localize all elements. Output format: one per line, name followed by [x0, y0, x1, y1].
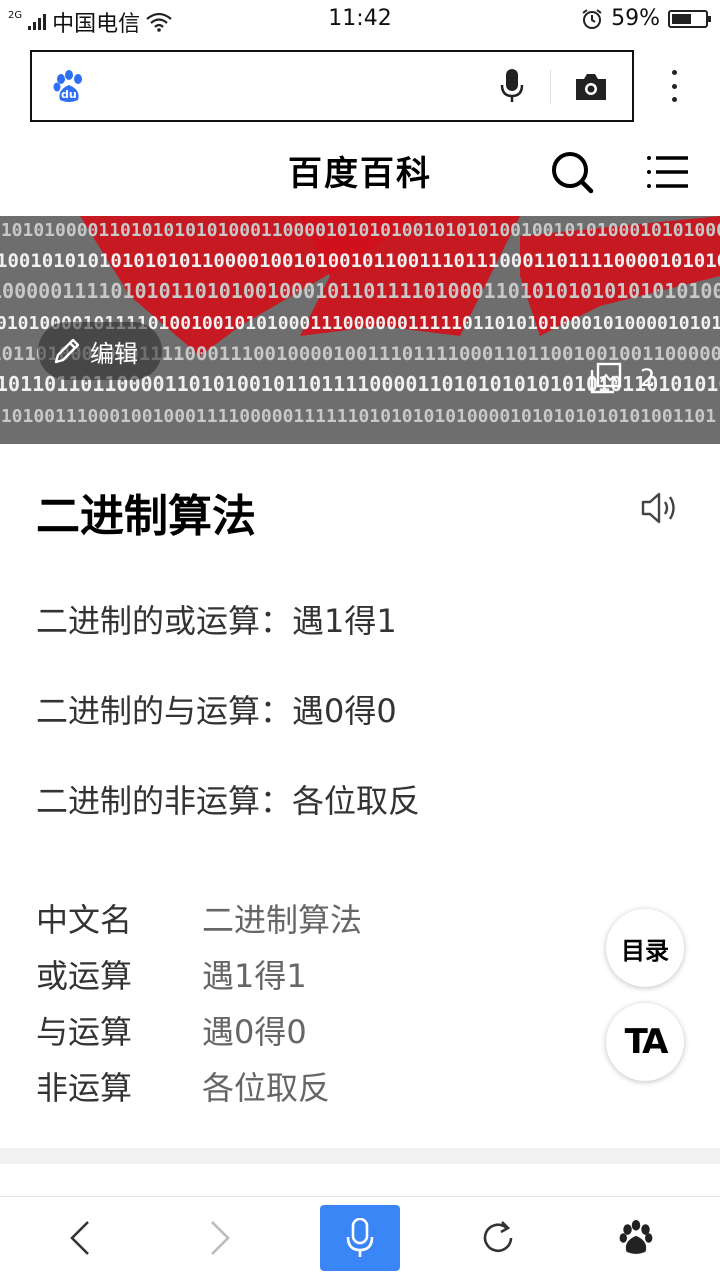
image-count: 2 [640, 364, 656, 392]
mic-icon[interactable] [494, 68, 530, 104]
info-key: 或运算 [36, 957, 133, 995]
banner-binary-row: 1001010101010101011000010010100101100111… [0, 250, 720, 272]
search-icon[interactable] [548, 148, 596, 196]
section-separator [0, 1148, 720, 1164]
info-value: 二进制算法 [202, 901, 363, 939]
pencil-icon [54, 338, 80, 364]
paragraph-not: 二进制的非运算：各位取反 [36, 782, 421, 820]
baidu-logo-text: du [61, 88, 77, 101]
info-value: 遇1得1 [202, 957, 307, 995]
back-icon[interactable] [50, 1205, 110, 1271]
banner-binary-row: 0101001110001001000111100000111111010101… [0, 406, 716, 427]
status-bar: 2G 中国电信 11:42 59% [0, 0, 720, 38]
info-row: 非运算 各位取反 [36, 1058, 362, 1114]
info-key: 中文名 [36, 901, 133, 939]
battery-icon [668, 9, 711, 28]
info-key: 与运算 [36, 1013, 133, 1051]
site-title: 百度百科 [288, 154, 432, 194]
edit-button[interactable]: 编辑 [38, 322, 162, 380]
speaker-icon[interactable] [640, 490, 680, 530]
baidu-home-icon[interactable] [606, 1205, 666, 1271]
voice-search-icon[interactable] [320, 1205, 400, 1271]
info-value: 遇0得0 [202, 1013, 307, 1051]
info-box: 中文名 二进制算法 或运算 遇1得1 与运算 遇0得0 非运算 各位取反 [36, 890, 362, 1114]
article-title: 二进制算法 [36, 491, 256, 542]
banner-binary-row: 0101010000110101010101000110000101010100… [0, 220, 720, 241]
gallery-icon [590, 362, 622, 394]
info-row: 与运算 遇0得0 [36, 1002, 362, 1058]
ta-button[interactable]: TA [606, 1003, 684, 1081]
toc-button[interactable]: 目录 [606, 909, 684, 987]
battery-percent: 59% [611, 6, 660, 31]
paragraph-and: 二进制的与运算：遇0得0 [36, 692, 397, 730]
info-value: 各位取反 [202, 1069, 331, 1107]
alarm-icon [582, 8, 602, 29]
paragraph-or: 二进制的或运算：遇1得1 [36, 602, 397, 640]
banner-binary-row: 1000001111010101101010010001011011110100… [0, 279, 720, 303]
info-row: 或运算 遇1得1 [36, 946, 362, 1002]
more-menu-icon[interactable] [660, 66, 688, 106]
bottom-nav [0, 1196, 720, 1280]
hamburger-menu-icon[interactable] [644, 150, 692, 194]
edit-label: 编辑 [90, 339, 138, 368]
camera-icon[interactable] [572, 70, 610, 104]
refresh-icon[interactable] [468, 1205, 528, 1271]
search-divider [550, 70, 551, 104]
search-box[interactable]: du [30, 50, 634, 122]
gallery-button[interactable]: 2 [590, 362, 655, 394]
info-key: 非运算 [36, 1069, 133, 1107]
info-row: 中文名 二进制算法 [36, 890, 362, 946]
forward-icon[interactable] [190, 1205, 250, 1271]
